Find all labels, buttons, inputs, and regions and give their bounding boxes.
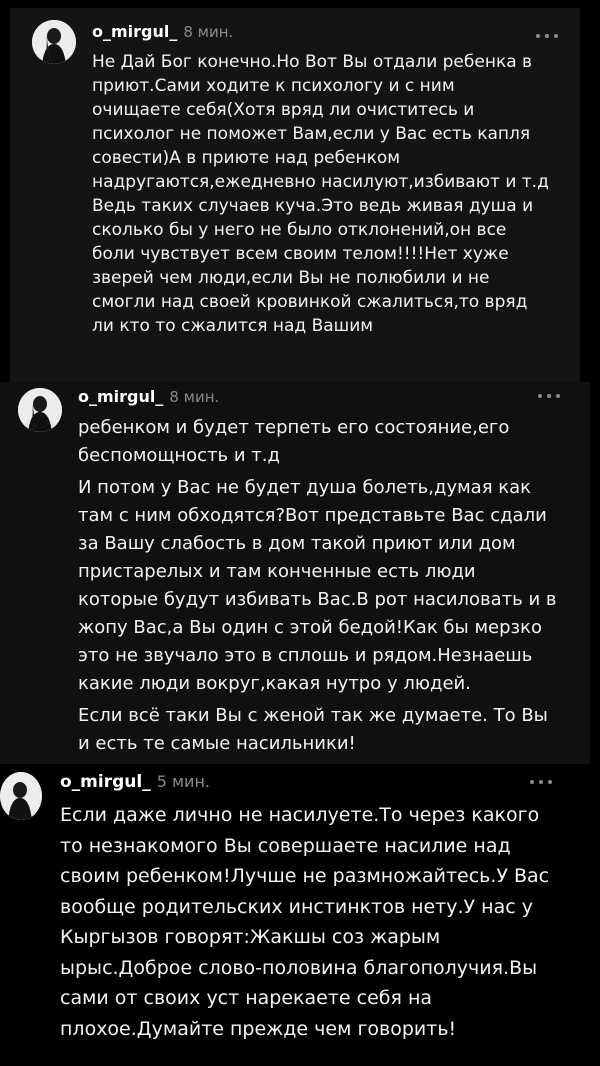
- avatar[interactable]: [0, 772, 42, 820]
- comment-2: o_mirgul_ 8 мин. ребенком и будет терпеть…: [0, 382, 600, 766]
- avatar[interactable]: [18, 388, 62, 432]
- comment-text: Если даже лично не насилуете.То через ка…: [60, 804, 550, 1040]
- more-options-icon[interactable]: [538, 392, 560, 400]
- more-options-icon[interactable]: [536, 32, 558, 40]
- comment-timestamp: 8 мин.: [169, 388, 220, 406]
- comment-3: o_mirgul_ 5 мин. Если даже лично не насил…: [0, 766, 600, 1066]
- comment-1: o_mirgul_ 8 мин. Не Дай Бог конечно.Но Во…: [0, 0, 600, 382]
- avatar[interactable]: [32, 20, 76, 64]
- comment-text: ребенком и будет терпеть его состояние,е…: [78, 417, 557, 754]
- comment-text: Не Дай Бог конечно.Но Вот Вы отдали ребе…: [92, 52, 549, 336]
- comment-author[interactable]: o_mirgul_ 8 мин.: [78, 387, 219, 406]
- more-options-icon[interactable]: [530, 778, 552, 786]
- comment-author[interactable]: o_mirgul_ 8 мин.: [92, 22, 233, 41]
- comment-timestamp: 5 мин.: [156, 772, 210, 791]
- comment-timestamp: 8 мин.: [183, 23, 234, 41]
- comment-author[interactable]: o_mirgul_ 5 мин.: [60, 772, 210, 792]
